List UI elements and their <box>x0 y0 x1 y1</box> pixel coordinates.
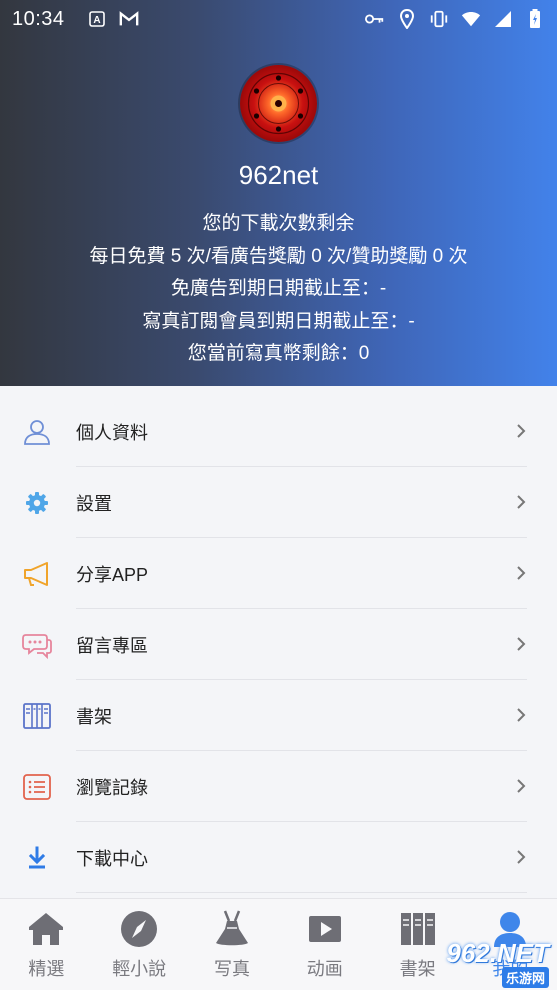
info-line: 您的下載次數剩余 <box>202 213 355 234</box>
bookshelf-icon <box>22 701 52 731</box>
chevron-right-icon <box>515 493 527 511</box>
avatar[interactable] <box>240 65 317 142</box>
battery-charging-icon <box>525 9 545 29</box>
megaphone-icon <box>22 559 52 589</box>
menu-item-profile[interactable]: 個人資料 <box>0 396 557 467</box>
tab-label: 輕小說 <box>112 959 167 979</box>
history-list-icon <box>22 772 52 802</box>
profile-header: 10:34 A 962net 您的下載次數剩余 每日免費 5 次/看廣告獎勵 0… <box>0 0 557 386</box>
watermark-brand: 962.NET <box>446 938 549 968</box>
gmail-icon <box>119 9 139 29</box>
menu-item-downloads[interactable]: 下載中心 <box>0 822 557 893</box>
download-quota-info: 您的下載次數剩余 每日免費 5 次/看廣告獎勵 0 次/贊助獎勵 0 次 免廣告… <box>0 208 557 371</box>
chat-bubbles-icon <box>22 630 52 660</box>
location-icon <box>397 9 417 29</box>
chevron-right-icon <box>515 848 527 866</box>
download-icon <box>22 843 52 873</box>
gear-icon <box>22 488 52 518</box>
tab-light-novel[interactable]: 輕小說 <box>93 899 186 990</box>
tab-label: 写真 <box>213 959 250 979</box>
tab-featured[interactable]: 精選 <box>0 899 93 990</box>
menu-item-label: 分享APP <box>76 564 149 585</box>
menu-item-label: 個人資料 <box>76 422 148 443</box>
info-line: 寫真訂閱會員到期日期截止至：- <box>142 310 415 332</box>
menu-item-label: 留言專區 <box>76 635 148 656</box>
info-line: 您當前寫真幣剩餘：0 <box>187 343 370 364</box>
menu-item-label: 下載中心 <box>76 848 148 869</box>
tab-label: 动画 <box>306 959 343 979</box>
font-a-icon: A <box>87 9 107 29</box>
menu-item-history[interactable]: 瀏覽記錄 <box>0 751 557 822</box>
site-watermark: 962.NET 乐游网 <box>415 938 555 988</box>
home-icon <box>26 909 66 949</box>
chevron-right-icon <box>515 706 527 724</box>
svg-text:A: A <box>93 15 100 26</box>
info-line: 免廣告到期日期截止至：- <box>170 278 387 299</box>
settings-menu: 個人資料 設置 分享APP 留言專區 書架 瀏覽記錄 下載中心 <box>0 396 557 893</box>
menu-item-share-app[interactable]: 分享APP <box>0 538 557 609</box>
chevron-right-icon <box>515 777 527 795</box>
menu-item-label: 設置 <box>76 493 112 514</box>
chevron-right-icon <box>515 564 527 582</box>
user-icon <box>22 417 52 447</box>
key-icon <box>365 9 385 29</box>
menu-item-settings[interactable]: 設置 <box>0 467 557 538</box>
wifi-icon <box>461 9 481 29</box>
signal-icon <box>493 9 513 29</box>
divider <box>76 892 527 893</box>
username: 962net <box>238 160 319 190</box>
chevron-right-icon <box>515 635 527 653</box>
chevron-right-icon <box>515 422 527 440</box>
tab-label: 精選 <box>28 959 65 979</box>
play-icon <box>305 909 345 949</box>
menu-item-label: 瀏覽記錄 <box>76 777 148 798</box>
watermark-sub: 乐游网 <box>501 967 549 988</box>
compass-icon <box>119 909 159 949</box>
tab-animation[interactable]: 动画 <box>278 899 371 990</box>
menu-item-label: 書架 <box>76 706 112 727</box>
dress-icon <box>212 909 252 949</box>
menu-item-comments[interactable]: 留言專區 <box>0 609 557 680</box>
menu-item-bookshelf[interactable]: 書架 <box>0 680 557 751</box>
status-bar: 10:34 A <box>0 0 557 38</box>
tab-photo[interactable]: 写真 <box>186 899 279 990</box>
vibrate-icon <box>429 9 449 29</box>
status-time: 10:34 <box>12 7 65 30</box>
info-line: 每日免費 5 次/看廣告獎勵 0 次/贊助獎勵 0 次 <box>89 245 468 267</box>
